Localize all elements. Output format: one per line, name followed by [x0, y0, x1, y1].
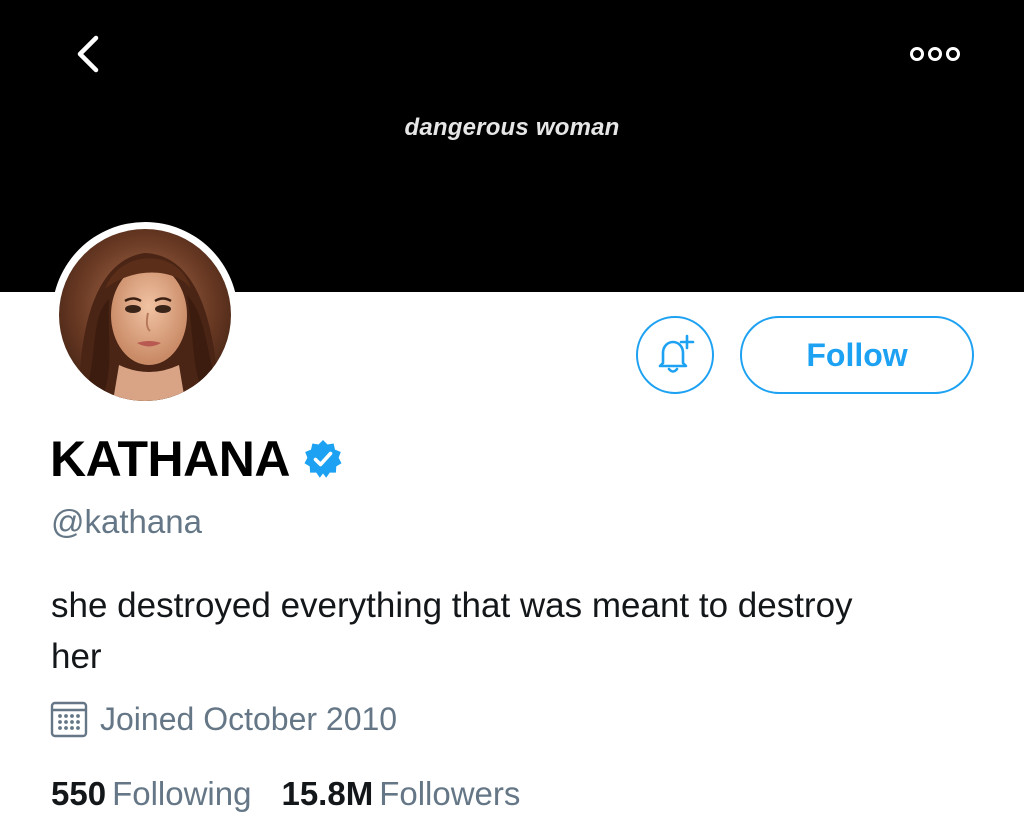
- follow-stats: 550 Following 15.8M Followers: [51, 775, 550, 813]
- user-handle: @kathana: [51, 503, 202, 540]
- followers-stat[interactable]: 15.8M Followers: [281, 775, 520, 813]
- follow-button[interactable]: Follow: [740, 316, 974, 394]
- followers-label: Followers: [379, 775, 521, 812]
- profile-bio: she destroyed everything that was meant …: [51, 586, 853, 676]
- notify-button[interactable]: [636, 316, 714, 394]
- followers-count: 15.8M: [281, 775, 374, 812]
- avatar-frame[interactable]: [52, 222, 238, 408]
- more-options-button[interactable]: [908, 42, 962, 66]
- avatar: [59, 229, 231, 401]
- display-name: KATHANA: [50, 431, 290, 487]
- more-horizontal-icon: [910, 47, 960, 61]
- verified-badge-icon: [304, 440, 342, 478]
- joined-date: Joined October 2010: [100, 700, 398, 737]
- display-name-row: KATHANA: [50, 430, 344, 488]
- joined-date-row: Joined October 2010: [50, 700, 397, 738]
- back-button[interactable]: [70, 32, 110, 76]
- following-stat[interactable]: 550 Following: [51, 775, 251, 813]
- bell-plus-icon: [658, 334, 695, 373]
- banner-caption: dangerous woman: [404, 114, 620, 141]
- chevron-left-icon: [77, 35, 99, 73]
- following-count: 550: [51, 775, 107, 812]
- following-label: Following: [112, 775, 252, 812]
- calendar-icon: [50, 701, 88, 738]
